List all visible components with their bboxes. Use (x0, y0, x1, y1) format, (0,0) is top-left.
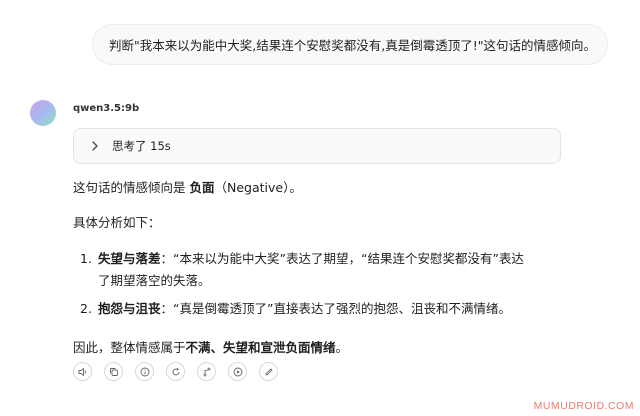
conclusion-prefix: 因此，整体情感属于 (73, 340, 186, 355)
message-actions (73, 362, 278, 381)
user-message-text: 判断"我本来以为能中大奖,结果连个安慰奖都没有,真是倒霉透顶了!"这句话的情感倾… (109, 38, 596, 53)
list-item-number: 1. (80, 251, 92, 266)
list-item-title: 抱怨与沮丧 (98, 301, 161, 316)
chevron-right-icon (92, 141, 98, 151)
model-name: qwen3.5:9b (73, 103, 140, 114)
read-aloud-button[interactable] (73, 362, 92, 381)
answer-intro: 这句话的情感倾向是 负面（Negative）。 (73, 176, 302, 200)
list-item-title: 失望与落差 (98, 251, 161, 266)
play-icon (233, 367, 242, 376)
info-button[interactable] (135, 362, 154, 381)
info-icon (140, 367, 149, 376)
list-item: 2. 抱怨与沮丧：“真是倒霉透顶了”直接表达了强烈的抱怨、沮丧和不满情绪。 (80, 298, 536, 320)
user-message-bubble: 判断"我本来以为能中大奖,结果连个安慰奖都没有,真是倒霉透顶了!"这句话的情感倾… (92, 24, 608, 65)
branch-icon (203, 367, 210, 376)
edit-icon (265, 368, 272, 375)
list-item-number: 2. (80, 301, 92, 316)
conclusion-bold: 不满、失望和宣泄负面情绪 (185, 340, 336, 355)
copy-button[interactable] (104, 362, 123, 381)
assistant-avatar (30, 100, 56, 126)
list-item: 1. 失望与落差：“本来以为能中大奖”表达了期望，“结果连个安慰奖都没有”表达了… (80, 248, 536, 292)
branch-button[interactable] (197, 362, 216, 381)
analysis-heading: 具体分析如下： (73, 215, 161, 230)
regenerate-icon (172, 367, 179, 375)
regenerate-button[interactable] (166, 362, 185, 381)
intro-bold: 负面 (189, 180, 215, 195)
list-item-text: ：“真是倒霉透顶了”直接表达了强烈的抱怨、沮丧和不满情绪。 (160, 301, 511, 316)
intro-prefix: 这句话的情感倾向是 (73, 180, 190, 195)
speaker-icon (78, 367, 86, 376)
answer-conclusion: 因此，整体情感属于不满、失望和宣泄负面情绪。 (73, 336, 348, 360)
thinking-toggle[interactable]: 思考了 15s (73, 128, 561, 164)
copy-icon (109, 367, 118, 376)
watermark: MUMUDROID.COM (533, 400, 634, 412)
list-item-text: ：“本来以为能中大奖”表达了期望，“结果连个安慰奖都没有”表达了期望落空的失落。 (98, 251, 524, 288)
conclusion-suffix: 。 (335, 340, 349, 355)
edit-button[interactable] (259, 362, 278, 381)
intro-suffix: （Negative）。 (214, 180, 302, 195)
thinking-label: 思考了 15s (112, 139, 171, 153)
play-button[interactable] (228, 362, 247, 381)
